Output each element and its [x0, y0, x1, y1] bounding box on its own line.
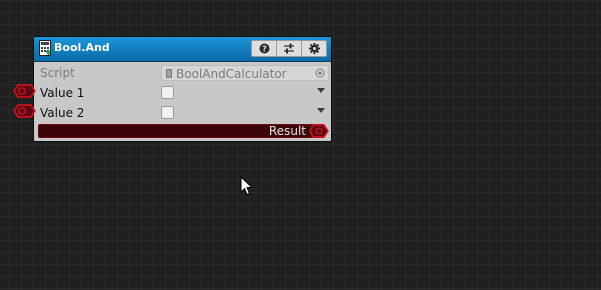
- svg-text:?: ?: [262, 45, 267, 54]
- settings-button[interactable]: [301, 40, 327, 57]
- node-title: Bool.And: [54, 41, 110, 54]
- help-icon: ?: [259, 43, 269, 54]
- value-2-checkbox[interactable]: [161, 106, 174, 119]
- script-label: Script: [40, 66, 75, 80]
- result-output-bar: Result: [38, 124, 325, 138]
- value-1-label: Value 1: [40, 86, 85, 100]
- chevron-down-icon[interactable]: [317, 88, 325, 93]
- mouse-cursor-icon: [240, 176, 253, 196]
- object-picker-icon[interactable]: [315, 68, 325, 78]
- help-button[interactable]: ?: [251, 40, 277, 57]
- script-file-icon: [166, 69, 172, 78]
- script-object-field[interactable]: BoolAndCalculator: [161, 65, 329, 81]
- node-toolbar: ?: [251, 40, 327, 57]
- value-1-input-port[interactable]: [13, 84, 36, 98]
- input-row-value-2: Value 2: [34, 103, 331, 123]
- sliders-icon: [284, 43, 294, 54]
- value-1-checkbox[interactable]: [161, 86, 174, 99]
- result-label: Result: [268, 124, 306, 138]
- value-2-label: Value 2: [40, 106, 85, 120]
- script-row: Script BoolAndCalculator: [34, 63, 331, 83]
- input-row-value-1: Value 1: [34, 83, 331, 103]
- script-value: BoolAndCalculator: [176, 67, 287, 81]
- presets-button[interactable]: [276, 40, 302, 57]
- chevron-down-icon[interactable]: [317, 108, 325, 113]
- gear-icon: [308, 43, 320, 54]
- result-output-port[interactable]: [309, 124, 329, 138]
- node-header[interactable]: Bool.And ?: [34, 37, 331, 62]
- bool-and-node[interactable]: Bool.And ? Script BoolAndCalculator Valu…: [33, 36, 332, 142]
- value-2-input-port[interactable]: [13, 104, 36, 118]
- calculator-icon: [39, 40, 51, 56]
